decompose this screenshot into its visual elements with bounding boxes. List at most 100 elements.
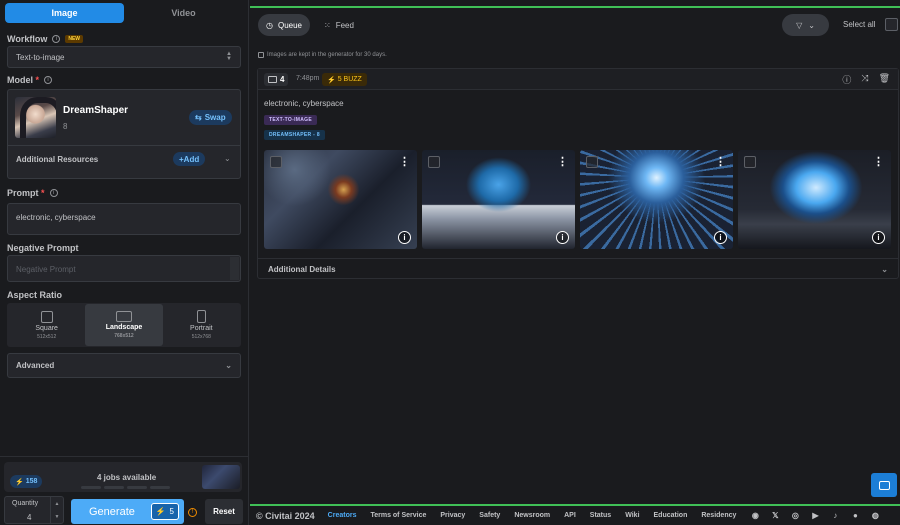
more-options-icon[interactable]: ⋮ (399, 155, 410, 168)
tiktok-icon[interactable]: ♪ (830, 511, 840, 521)
info-icon[interactable]: i (44, 76, 53, 84)
mode-tabs: Image Video (5, 3, 243, 23)
generator-panel: Image Video Workflow i NEW Text-to-image… (0, 0, 249, 525)
app: Image Video Workflow i NEW Text-to-image… (0, 0, 900, 525)
tab-feed-label: Feed (335, 20, 354, 30)
image-checkbox[interactable] (744, 156, 756, 168)
generated-image[interactable]: ⋮ i (738, 150, 891, 249)
swap-icon: ⇆ (195, 113, 202, 122)
aspect-option-landscape[interactable]: Landscape 768x512 (85, 304, 163, 346)
buzz-balance[interactable]: ⚡ 158 (10, 475, 43, 488)
generated-image[interactable]: ⋮ i (422, 150, 575, 249)
prompt-label: Prompt * (7, 188, 45, 198)
negative-prompt-input[interactable]: Negative Prompt (7, 255, 241, 282)
swap-button[interactable]: ⇆ Swap (189, 110, 232, 125)
footer-link-education[interactable]: Education (654, 512, 688, 519)
add-resource-button[interactable]: +Add (173, 152, 206, 166)
more-options-icon[interactable]: ⋮ (557, 155, 568, 168)
footer-link-terms[interactable]: Terms of Service (370, 512, 426, 519)
aspect-option-square[interactable]: Square 512x512 (8, 304, 85, 346)
aspect-option-portrait[interactable]: Portrait 512x768 (163, 304, 240, 346)
tab-queue-label: Queue (277, 20, 303, 30)
additional-details-accordion[interactable]: Additional Details ⌄ (258, 258, 898, 279)
image-checkbox[interactable] (586, 156, 598, 168)
info-icon[interactable]: ⓘ (842, 73, 851, 86)
info-icon[interactable]: i (872, 231, 885, 244)
footer-link-safety[interactable]: Safety (479, 512, 500, 519)
footer: © Civitai 2024 Creators Terms of Service… (250, 506, 900, 525)
more-options-icon[interactable]: ⋮ (873, 155, 884, 168)
info-icon[interactable]: i (49, 189, 58, 197)
chat-button[interactable] (871, 473, 897, 497)
quantity-stepper[interactable]: Quantity 4 ▲ ▼ (4, 496, 64, 524)
workflow-label: Workflow (7, 34, 48, 44)
filter-button[interactable]: ▽ ⌄ (782, 14, 829, 36)
generation-prompt: electronic, cyberspace (264, 99, 344, 108)
footer-link-wiki[interactable]: Wiki (625, 512, 639, 519)
tab-feed[interactable]: ⁙ Feed (316, 14, 362, 36)
footer-link-privacy[interactable]: Privacy (440, 512, 465, 519)
image-count-badge: 4 (264, 73, 289, 86)
select-all-checkbox[interactable] (885, 18, 898, 31)
chevron-down-icon[interactable]: ▼ (55, 514, 60, 520)
discord-icon[interactable]: ◉ (750, 511, 760, 521)
filter-icon: ▽ (796, 20, 803, 30)
aspect-ratio-label: Aspect Ratio (7, 290, 63, 300)
quantity-label: Quantity (12, 500, 39, 507)
additional-resources-label[interactable]: Additional Resources (16, 155, 98, 164)
jobs-available: 4 jobs available (97, 473, 157, 482)
model-thumbnail[interactable] (15, 97, 56, 138)
footer-link-residency[interactable]: Residency (701, 512, 736, 519)
trash-icon[interactable]: 🗑 (879, 73, 890, 86)
queue-feed-tabs: ◷ Queue ⁙ Feed (258, 14, 362, 36)
info-icon[interactable]: i (398, 231, 411, 244)
reset-button[interactable]: Reset (205, 499, 243, 524)
image-checkbox[interactable] (428, 156, 440, 168)
generated-image[interactable]: ⋮ i (580, 150, 733, 249)
lightning-icon: ⚡ (155, 507, 166, 516)
aspect-option-label: Portrait (190, 325, 213, 332)
info-icon[interactable]: i (556, 231, 569, 244)
generate-button[interactable]: Generate ⚡ 5 (71, 499, 184, 524)
footer-link-creators[interactable]: Creators (328, 512, 357, 519)
instagram-icon[interactable]: ◎ (790, 511, 800, 521)
model-version: 8 (63, 122, 68, 131)
select-arrows-icon: ▲ ▼ (226, 51, 232, 62)
model-name[interactable]: DreamShaper (63, 105, 128, 116)
swap-label: Swap (204, 113, 226, 122)
x-icon[interactable]: 𝕏 (770, 511, 780, 521)
buzz-balance-value: 158 (25, 478, 38, 485)
prompt-input[interactable]: electronic, cyberspace (7, 203, 241, 235)
generated-image[interactable]: ⋮ i (264, 150, 417, 249)
chevron-down-icon[interactable]: ⌄ (224, 154, 231, 163)
advanced-accordion[interactable]: Advanced ⌄ (7, 353, 241, 378)
tab-queue[interactable]: ◷ Queue (258, 14, 311, 36)
warning-icon[interactable]: ! (188, 508, 197, 517)
chevron-up-icon[interactable]: ▲ (55, 501, 60, 507)
promo-thumbnail[interactable] (202, 465, 240, 489)
info-icon[interactable]: i (714, 231, 727, 244)
image-checkbox[interactable] (270, 156, 282, 168)
generate-label: Generate (89, 505, 135, 518)
shuffle-icon[interactable]: ⤨ (861, 73, 868, 86)
model-tag[interactable]: DREAMSHAPER - 8 (264, 130, 325, 140)
chevron-down-icon: ⌄ (808, 20, 815, 30)
aspect-option-size: 768x512 (114, 333, 134, 339)
clock-icon: ◷ (266, 20, 273, 30)
tab-image[interactable]: Image (5, 3, 124, 23)
scrollbar[interactable] (230, 257, 239, 280)
footer-link-newsroom[interactable]: Newsroom (514, 512, 550, 519)
more-options-icon[interactable]: ⋮ (715, 155, 726, 168)
model-label: Model * (7, 75, 40, 85)
reddit-icon[interactable]: ● (850, 511, 860, 521)
info-icon[interactable]: i (52, 35, 61, 43)
workflow-select[interactable]: Text-to-image ▲ ▼ (7, 46, 241, 68)
lightning-icon: ⚡ (15, 478, 24, 486)
github-icon[interactable]: ◍ (870, 511, 880, 521)
select-all-label[interactable]: Select all (843, 20, 875, 29)
footer-link-status[interactable]: Status (590, 512, 611, 519)
footer-link-api[interactable]: API (564, 512, 576, 519)
stepper-arrows[interactable]: ▲ ▼ (50, 497, 63, 523)
youtube-icon[interactable]: ▶ (810, 511, 820, 521)
tab-video[interactable]: Video (124, 3, 243, 23)
